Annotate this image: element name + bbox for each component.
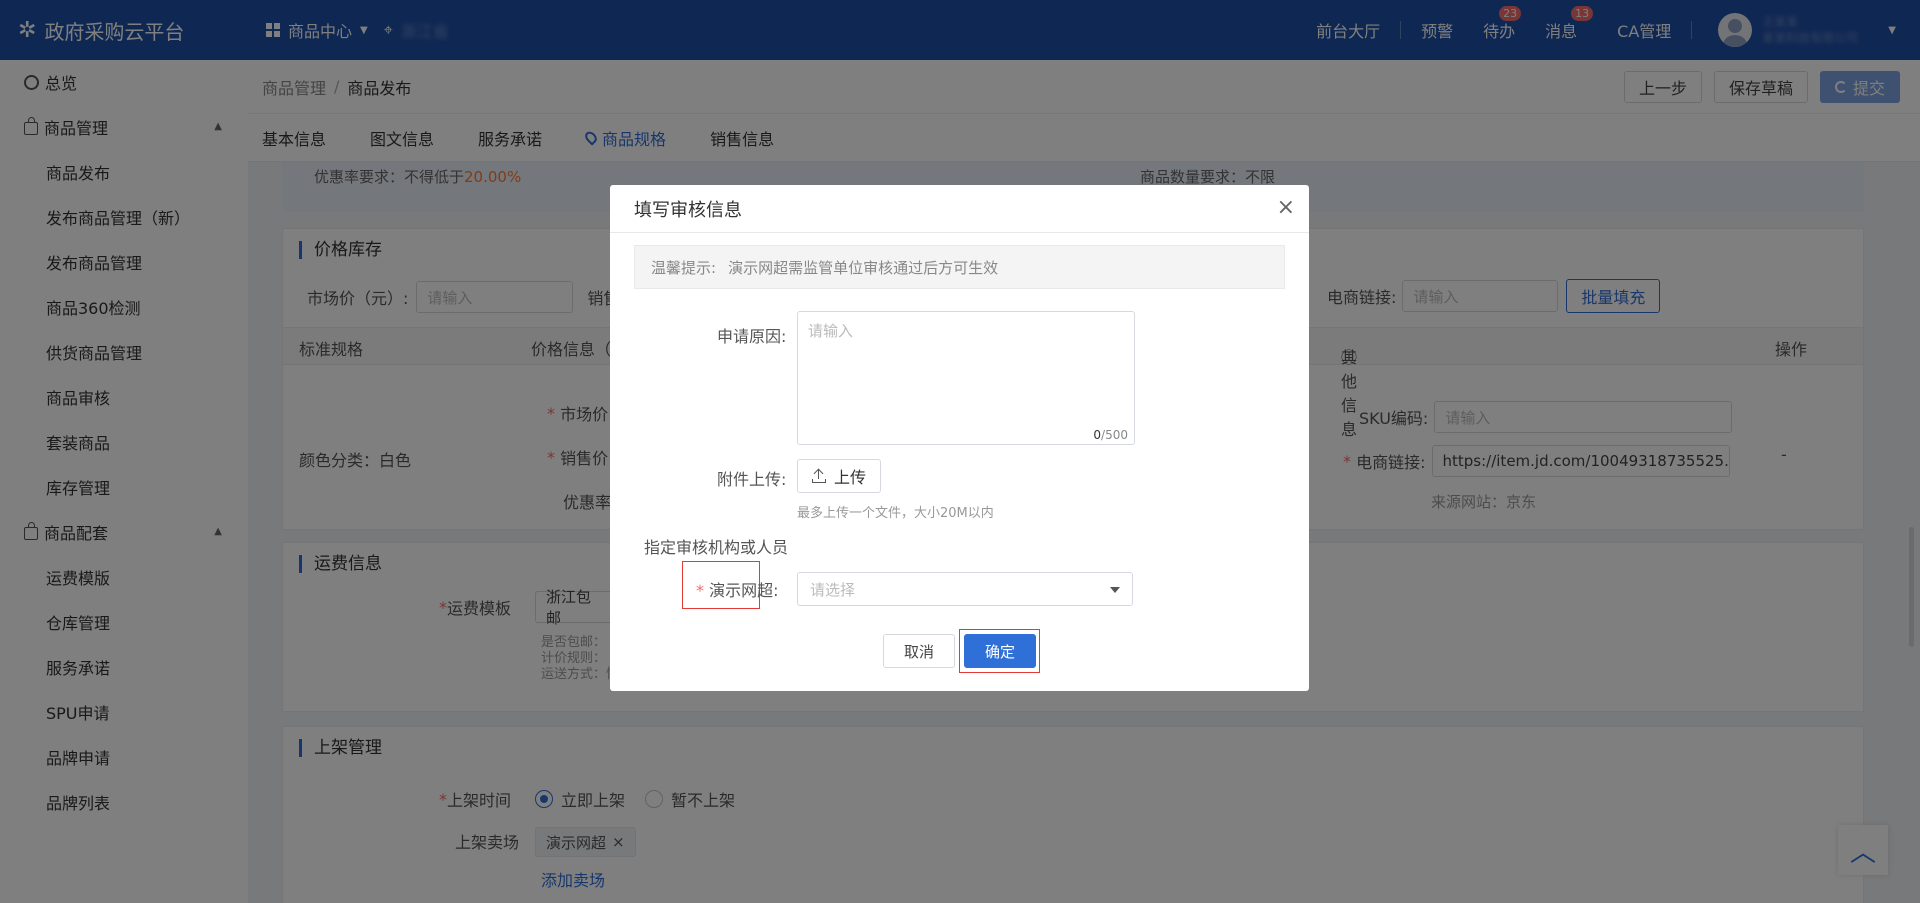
dialog-title: 填写审核信息 <box>634 199 742 221</box>
select-placeholder: 请选择 <box>810 580 856 599</box>
counter-max: /500 <box>1101 428 1128 442</box>
confirm-button[interactable]: 确定 <box>964 634 1036 668</box>
market-label-text: 演示网超: <box>709 581 779 600</box>
attach-label: 附件上传: <box>717 470 787 489</box>
market-label: * 演示网超: <box>696 577 779 601</box>
reason-placeholder: 请输入 <box>808 322 854 340</box>
tip-label: 温馨提示: <box>651 258 717 277</box>
review-info-dialog: 填写审核信息 × 温馨提示: 演示网超需监管单位审核通过后方可生效 申请原因: … <box>610 185 1309 691</box>
reason-textarea[interactable]: 请输入 0/500 <box>797 311 1135 445</box>
cancel-button[interactable]: 取消 <box>883 634 955 668</box>
upload-icon <box>811 469 826 483</box>
reason-label: 申请原因: <box>717 327 787 346</box>
reviewer-select[interactable]: 请选择 <box>797 572 1133 606</box>
required-mark: * <box>696 581 704 600</box>
upload-button[interactable]: 上传 <box>797 459 881 493</box>
counter-current: 0 <box>1093 428 1102 442</box>
caret-down-icon <box>1110 587 1120 593</box>
reviewer-section-label: 指定审核机构或人员 <box>644 538 789 557</box>
upload-hint: 最多上传一个文件，大小20M以内 <box>797 506 994 521</box>
tip-text: 演示网超需监管单位审核通过后方可生效 <box>728 258 999 277</box>
char-counter: 0/500 <box>1093 428 1128 442</box>
dialog-header: 填写审核信息 × <box>610 185 1309 233</box>
close-icon[interactable]: × <box>1277 195 1295 220</box>
upload-label: 上传 <box>833 468 866 487</box>
tip-alert: 温馨提示: 演示网超需监管单位审核通过后方可生效 <box>634 245 1285 289</box>
